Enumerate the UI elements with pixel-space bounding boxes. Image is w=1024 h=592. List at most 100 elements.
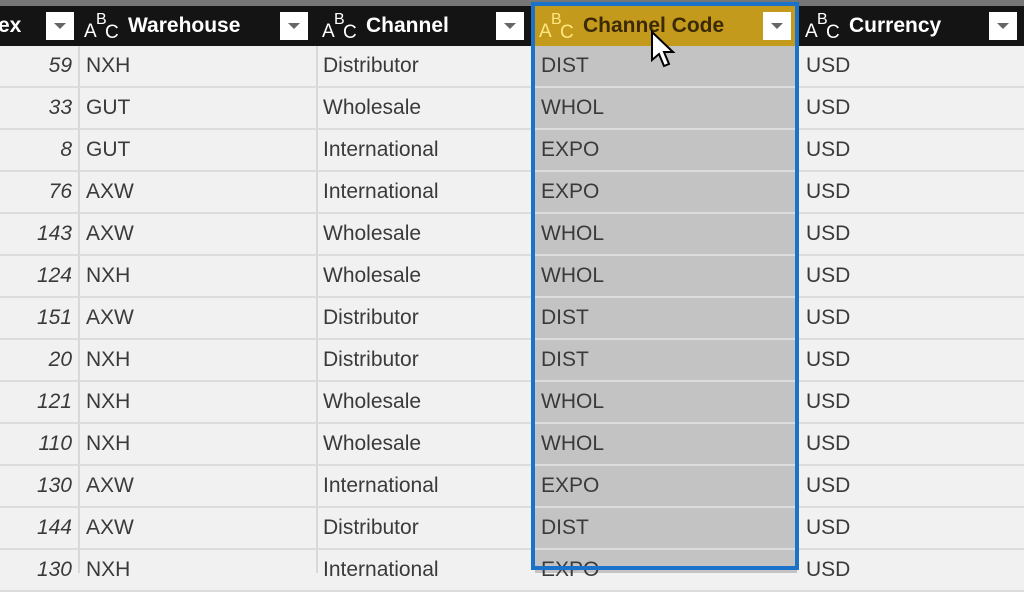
cell-index[interactable]: 130 [0, 550, 78, 590]
mouse-cursor-icon [651, 30, 676, 68]
column-filter-dropdown[interactable] [989, 12, 1017, 40]
cell-channel-code[interactable]: EXPO [541, 466, 791, 506]
cell-channel-code[interactable]: WHOL [541, 214, 791, 254]
table-row[interactable]: 59 NXH Distributor DIST USD [0, 46, 1024, 88]
cell-index[interactable]: 124 [0, 256, 78, 296]
cell-index[interactable]: 20 [0, 340, 78, 380]
cell-channel-code[interactable]: WHOL [541, 382, 791, 422]
cell-channel[interactable]: Wholesale [323, 424, 531, 464]
column-header-warehouse[interactable]: ABC Warehouse [80, 6, 316, 46]
table-row[interactable]: 124 NXH Wholesale WHOL USD [0, 256, 1024, 298]
cell-warehouse[interactable]: NXH [86, 340, 312, 380]
cell-index[interactable]: 110 [0, 424, 78, 464]
cell-index[interactable]: 8 [0, 130, 78, 170]
table-row[interactable]: 8 GUT International EXPO USD [0, 130, 1024, 172]
column-filter-dropdown[interactable] [46, 12, 74, 40]
cell-index[interactable]: 59 [0, 46, 78, 86]
cell-currency[interactable]: USD [806, 466, 1016, 506]
cell-channel[interactable]: International [323, 130, 531, 170]
cell-channel[interactable]: Distributor [323, 508, 531, 548]
cell-channel[interactable]: International [323, 466, 531, 506]
column-header-label: ex [0, 14, 22, 37]
table-row[interactable]: 121 NXH Wholesale WHOL USD [0, 382, 1024, 424]
cell-channel[interactable]: International [323, 172, 531, 212]
cell-currency[interactable]: USD [806, 256, 1016, 296]
chevron-down-icon [504, 23, 516, 29]
column-header-label: Currency [849, 14, 942, 37]
column-filter-dropdown[interactable] [496, 12, 524, 40]
chevron-down-icon [54, 23, 66, 29]
table-row[interactable]: 151 AXW Distributor DIST USD [0, 298, 1024, 340]
column-filter-dropdown[interactable] [763, 12, 791, 40]
column-filter-dropdown[interactable] [280, 12, 308, 40]
cell-index[interactable]: 151 [0, 298, 78, 338]
cell-warehouse[interactable]: NXH [86, 424, 312, 464]
cell-channel-code[interactable]: EXPO [541, 172, 791, 212]
table-row[interactable]: 143 AXW Wholesale WHOL USD [0, 214, 1024, 256]
cell-currency[interactable]: USD [806, 130, 1016, 170]
table-row[interactable]: 130 AXW International EXPO USD [0, 466, 1024, 508]
cell-channel[interactable]: Distributor [323, 298, 531, 338]
cell-channel[interactable]: Distributor [323, 340, 531, 380]
cell-warehouse[interactable]: NXH [86, 46, 312, 86]
table-row[interactable]: 76 AXW International EXPO USD [0, 172, 1024, 214]
cell-channel[interactable]: Distributor [323, 46, 531, 86]
cell-warehouse[interactable]: AXW [86, 214, 312, 254]
cell-currency[interactable]: USD [806, 508, 1016, 548]
cell-channel-code[interactable]: DIST [541, 508, 791, 548]
column-header-index[interactable]: ex [0, 6, 78, 46]
column-header-label: Channel [366, 14, 449, 37]
table-row[interactable]: 33 GUT Wholesale WHOL USD [0, 88, 1024, 130]
cell-channel[interactable]: Wholesale [323, 382, 531, 422]
column-header-row: ex ABC Warehouse ABC Channel ABC Channel… [0, 6, 1024, 46]
cell-index[interactable]: 121 [0, 382, 78, 422]
cell-index[interactable]: 33 [0, 88, 78, 128]
cell-warehouse[interactable]: NXH [86, 550, 312, 590]
abc-text-type-icon[interactable]: ABC [322, 9, 357, 43]
column-header-currency[interactable]: ABC Currency [801, 6, 1024, 46]
chevron-down-icon [288, 23, 300, 29]
cell-currency[interactable]: USD [806, 214, 1016, 254]
cell-channel-code[interactable]: DIST [541, 340, 791, 380]
abc-text-type-icon[interactable]: ABC [805, 9, 840, 43]
column-header-label: Warehouse [128, 14, 241, 37]
cell-currency[interactable]: USD [806, 340, 1016, 380]
cell-channel[interactable]: Wholesale [323, 88, 531, 128]
cell-index[interactable]: 130 [0, 466, 78, 506]
cell-warehouse[interactable]: GUT [86, 88, 312, 128]
cell-currency[interactable]: USD [806, 46, 1016, 86]
column-header-channel[interactable]: ABC Channel [318, 6, 530, 46]
cell-channel-code[interactable]: EXPO [541, 130, 791, 170]
abc-text-type-icon[interactable]: ABC [84, 9, 119, 43]
cell-warehouse[interactable]: NXH [86, 382, 312, 422]
cell-warehouse[interactable]: AXW [86, 298, 312, 338]
cell-index[interactable]: 76 [0, 172, 78, 212]
cell-warehouse[interactable]: NXH [86, 256, 312, 296]
cell-currency[interactable]: USD [806, 298, 1016, 338]
cell-currency[interactable]: USD [806, 88, 1016, 128]
cell-warehouse[interactable]: AXW [86, 172, 312, 212]
table-row[interactable]: 130 NXH International EXPO USD [0, 550, 1024, 592]
abc-text-type-icon[interactable]: ABC [539, 9, 574, 43]
cell-channel[interactable]: International [323, 550, 531, 590]
table-row[interactable]: 20 NXH Distributor DIST USD [0, 340, 1024, 382]
cell-index[interactable]: 144 [0, 508, 78, 548]
cell-currency[interactable]: USD [806, 424, 1016, 464]
table-row[interactable]: 110 NXH Wholesale WHOL USD [0, 424, 1024, 466]
cell-warehouse[interactable]: GUT [86, 130, 312, 170]
chevron-down-icon [771, 23, 783, 29]
cell-channel[interactable]: Wholesale [323, 256, 531, 296]
cell-channel-code[interactable]: WHOL [541, 424, 791, 464]
cell-channel-code[interactable]: WHOL [541, 256, 791, 296]
cell-channel-code[interactable]: EXPO [541, 550, 791, 590]
cell-index[interactable]: 143 [0, 214, 78, 254]
cell-warehouse[interactable]: AXW [86, 508, 312, 548]
cell-channel-code[interactable]: DIST [541, 298, 791, 338]
cell-currency[interactable]: USD [806, 550, 1016, 590]
cell-channel-code[interactable]: WHOL [541, 88, 791, 128]
cell-warehouse[interactable]: AXW [86, 466, 312, 506]
cell-channel[interactable]: Wholesale [323, 214, 531, 254]
cell-currency[interactable]: USD [806, 382, 1016, 422]
cell-currency[interactable]: USD [806, 172, 1016, 212]
table-row[interactable]: 144 AXW Distributor DIST USD [0, 508, 1024, 550]
